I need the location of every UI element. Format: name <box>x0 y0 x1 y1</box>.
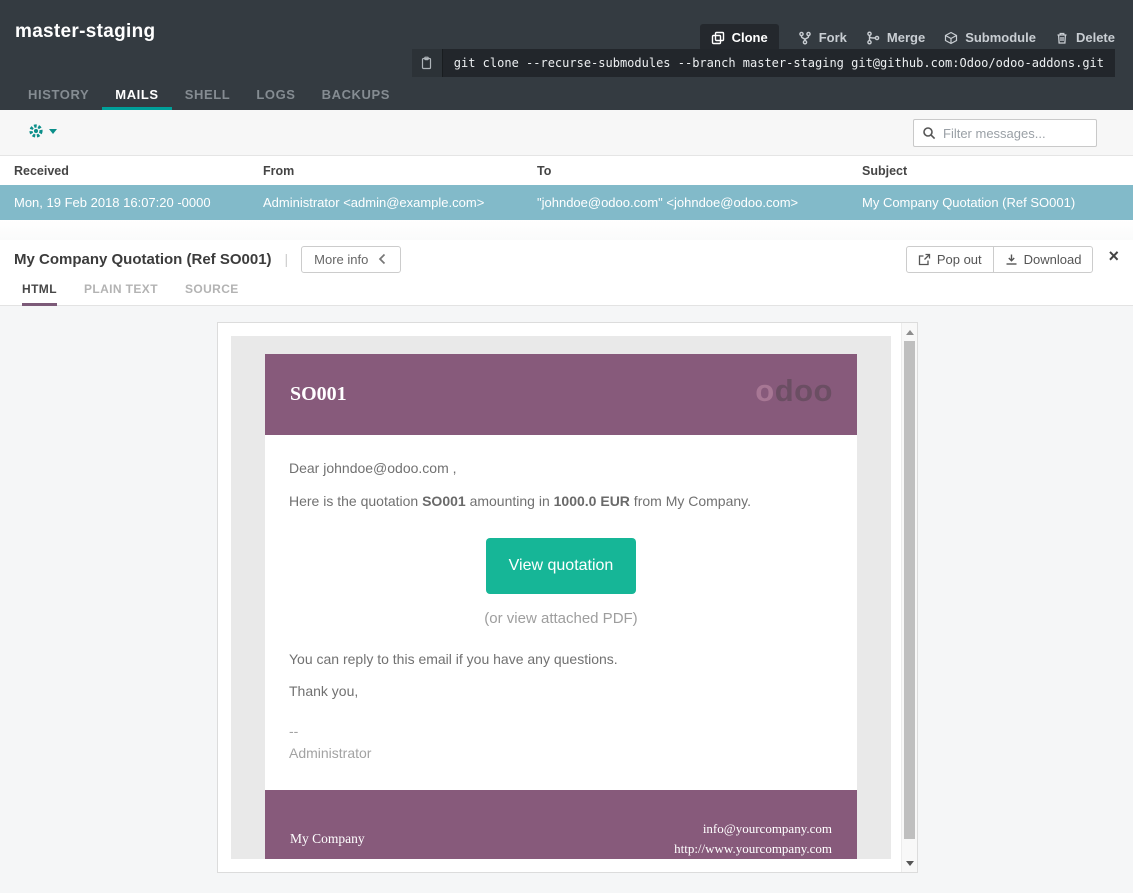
close-icon[interactable]: × <box>1108 247 1119 265</box>
button-wrap: View quotation <box>289 538 833 594</box>
gear-icon <box>28 123 44 139</box>
chevron-left-icon <box>377 253 388 265</box>
mail-viewer-header: My Company Quotation (Ref SO001) | More … <box>0 240 1133 278</box>
tab-backups[interactable]: BACKUPS <box>309 83 403 110</box>
submodule-label: Submodule <box>965 30 1036 45</box>
email-card: SO001 odoo Dear johndoe@odoo.com , Here … <box>265 354 857 859</box>
pdf-note: (or view attached PDF) <box>289 610 833 627</box>
footer-email[interactable]: info@yourcompany.com <box>703 821 832 836</box>
table-spacer <box>0 220 1133 240</box>
submodule-icon <box>944 31 958 45</box>
column-from: From <box>263 164 537 178</box>
branch-title: master-staging <box>15 21 155 43</box>
thanks-line: Thank you, <box>289 683 833 699</box>
branch-tabs: HISTORY MAILS SHELL LOGS BACKUPS <box>15 83 403 110</box>
download-button[interactable]: Download <box>993 246 1094 273</box>
mails-toolbar <box>0 110 1133 156</box>
git-clone-command[interactable]: git clone --recurse-submodules --branch … <box>443 49 1115 77</box>
email-quote-line: Here is the quotation SO001 amounting in… <box>289 493 833 509</box>
filter-messages-input[interactable] <box>943 126 1088 141</box>
merge-icon <box>866 31 880 45</box>
tab-plain-text[interactable]: PLAIN TEXT <box>84 278 158 306</box>
fork-label: Fork <box>819 30 847 45</box>
copy-to-clipboard-button[interactable] <box>412 49 443 77</box>
filter-messages-box <box>913 119 1097 147</box>
odoo-logo: odoo <box>755 375 833 406</box>
more-info-button[interactable]: More info <box>301 246 401 273</box>
submodule-button[interactable]: Submodule <box>944 30 1036 45</box>
clone-icon <box>711 31 725 45</box>
email-preview-frame: SO001 odoo Dear johndoe@odoo.com , Here … <box>217 322 918 873</box>
view-quotation-button[interactable]: View quotation <box>486 538 637 594</box>
row-subject: My Company Quotation (Ref SO001) <box>862 195 1133 210</box>
merge-button[interactable]: Merge <box>866 30 925 45</box>
clone-button[interactable]: Clone <box>700 24 779 51</box>
table-row[interactable]: Mon, 19 Feb 2018 16:07:20 -0000 Administ… <box>0 185 1133 220</box>
odoo-logo-rest: doo <box>775 373 833 408</box>
clipboard-icon <box>420 56 433 70</box>
mail-viewer-tabs: HTML PLAIN TEXT SOURCE <box>0 278 1133 306</box>
tab-source[interactable]: SOURCE <box>185 278 239 306</box>
more-info-label: More info <box>314 252 368 267</box>
delete-label: Delete <box>1076 30 1115 45</box>
branch-actions: Clone Fork Merge <box>700 24 1115 51</box>
email-background: SO001 odoo Dear johndoe@odoo.com , Here … <box>231 336 891 859</box>
external-link-icon <box>918 253 931 266</box>
signature-name: Administrator <box>289 743 833 765</box>
quote-ref: SO001 <box>422 493 466 509</box>
scrollbar-up-icon[interactable] <box>902 324 917 340</box>
footer-website[interactable]: http://www.yourcompany.com <box>674 841 832 856</box>
row-received: Mon, 19 Feb 2018 16:07:20 -0000 <box>14 195 263 210</box>
email-footer-banner: My Company info@yourcompany.com http://w… <box>265 790 857 859</box>
email-body: Dear johndoe@odoo.com , Here is the quot… <box>265 435 857 790</box>
quote-text: Here is the quotation <box>289 493 422 509</box>
fork-icon <box>798 31 812 45</box>
footer-contact: info@yourcompany.com http://www.yourcomp… <box>674 819 832 859</box>
signature-separator: -- <box>289 721 833 743</box>
column-subject: Subject <box>862 164 1133 178</box>
clone-label: Clone <box>732 30 768 45</box>
row-from: Administrator <admin@example.com> <box>263 195 537 210</box>
quote-text: amounting in <box>466 493 554 509</box>
scrollbar-down-icon[interactable] <box>902 855 917 871</box>
email-greeting: Dear johndoe@odoo.com , <box>289 460 833 476</box>
tab-logs[interactable]: LOGS <box>243 83 308 110</box>
odoo-logo-first: o <box>755 373 774 408</box>
column-to: To <box>537 164 862 178</box>
email-header-banner: SO001 odoo <box>265 354 857 435</box>
subject-divider: | <box>285 251 289 267</box>
delete-button[interactable]: Delete <box>1055 30 1115 45</box>
branch-header: master-staging Clone Fork <box>0 0 1133 110</box>
download-label: Download <box>1024 252 1082 267</box>
footer-company: My Company <box>290 831 365 847</box>
download-icon <box>1005 253 1018 266</box>
tab-mails[interactable]: MAILS <box>102 83 171 110</box>
viewer-controls: Pop out Download × <box>906 246 1119 273</box>
quote-amount: 1000.0 EUR <box>554 493 630 509</box>
reply-note: You can reply to this email if you have … <box>289 651 833 667</box>
trash-icon <box>1055 31 1069 45</box>
quote-text: from My Company. <box>630 493 751 509</box>
clone-command-bar: git clone --recurse-submodules --branch … <box>412 49 1115 77</box>
row-to: "johndoe@odoo.com" <johndoe@odoo.com> <box>537 195 862 210</box>
tab-shell[interactable]: SHELL <box>172 83 244 110</box>
mail-subject: My Company Quotation (Ref SO001) <box>14 251 272 268</box>
settings-dropdown-button[interactable] <box>28 123 57 139</box>
caret-down-icon <box>49 129 57 134</box>
tab-history[interactable]: HISTORY <box>15 83 102 110</box>
pop-out-button[interactable]: Pop out <box>906 246 994 273</box>
email-scrollbar[interactable] <box>901 323 917 872</box>
column-received: Received <box>14 164 263 178</box>
search-icon <box>922 126 936 140</box>
merge-label: Merge <box>887 30 925 45</box>
email-ref: SO001 <box>290 383 347 406</box>
tab-html[interactable]: HTML <box>22 278 57 306</box>
pop-out-label: Pop out <box>937 252 982 267</box>
mail-table-header: Received From To Subject <box>0 156 1133 185</box>
fork-button[interactable]: Fork <box>798 30 847 45</box>
scrollbar-thumb[interactable] <box>904 341 915 839</box>
mail-content-area: SO001 odoo Dear johndoe@odoo.com , Here … <box>0 306 1133 893</box>
email-preview-inner: SO001 odoo Dear johndoe@odoo.com , Here … <box>218 323 901 872</box>
